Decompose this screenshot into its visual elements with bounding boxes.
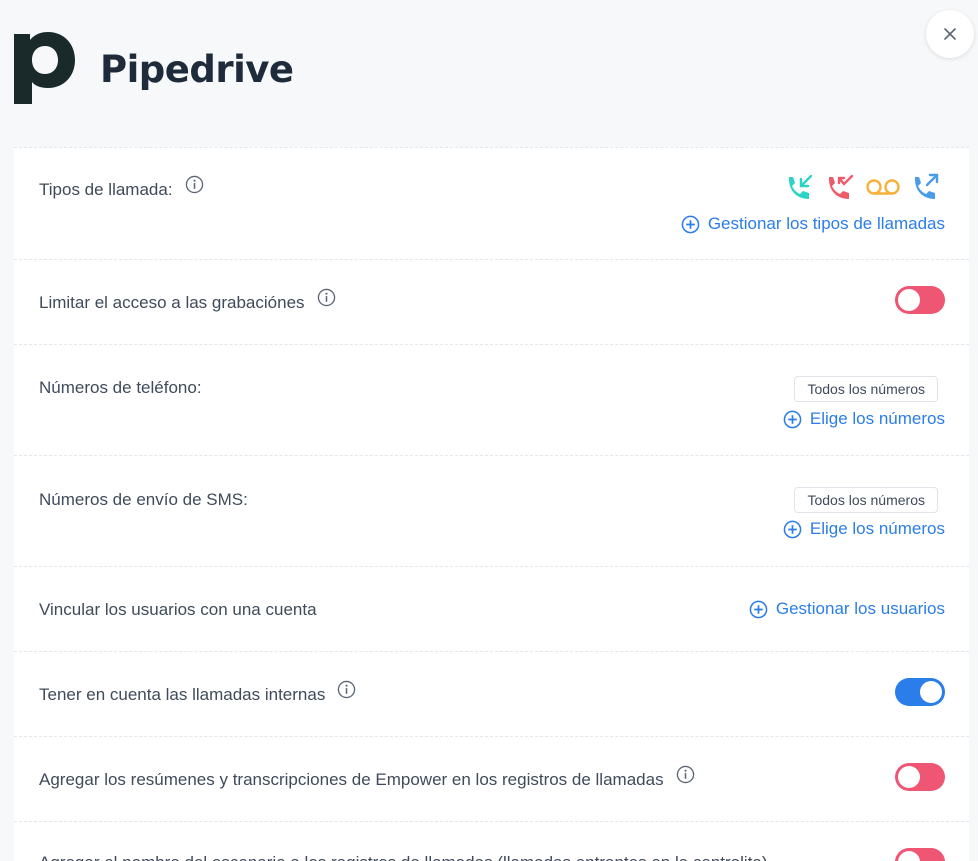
choose-sms-numbers-label: Elige los números <box>809 519 945 538</box>
settings-panel: Tipos de llamada: Gestionar los tipos de… <box>14 147 969 861</box>
choose-phone-numbers-link[interactable]: Elige los números <box>783 409 945 429</box>
phone-numbers-label-wrap: Números de teléfono: <box>39 378 202 398</box>
internal-calls-toggle[interactable] <box>895 678 945 706</box>
scenario-name-label: Agregar el nombre del escenario a los re… <box>39 853 768 861</box>
empower-summaries-label-wrap: Agregar los resúmenes y transcripciones … <box>39 765 695 790</box>
phone-numbers-label: Números de teléfono: <box>39 378 202 397</box>
sms-numbers-chip: Todos los números <box>794 487 938 513</box>
link-users-row: Vincular los usuarios con una cuenta Ges… <box>14 566 969 651</box>
manage-call-types-label: Gestionar los tipos de llamadas <box>707 214 945 233</box>
info-icon[interactable] <box>676 765 695 784</box>
info-icon[interactable] <box>317 288 336 307</box>
manage-users-link[interactable]: Gestionar los usuarios <box>749 599 945 619</box>
brand-header: Pipedrive <box>14 32 294 106</box>
link-users-label-wrap: Vincular los usuarios con una cuenta <box>39 600 317 620</box>
missed-call-icon[interactable] <box>825 173 855 201</box>
scenario-name-toggle[interactable] <box>895 848 945 861</box>
outgoing-call-icon[interactable] <box>911 173 941 201</box>
empower-summaries-label: Agregar los resúmenes y transcripciones … <box>39 770 664 789</box>
incoming-call-icon[interactable] <box>785 173 815 201</box>
empower-summaries-row: Agregar los resúmenes y transcripciones … <box>14 736 969 821</box>
choose-sms-numbers-link[interactable]: Elige los números <box>783 519 945 539</box>
call-type-icons <box>785 173 941 201</box>
limit-recordings-toggle[interactable] <box>895 286 945 314</box>
brand-name: Pipedrive <box>100 47 294 91</box>
limit-recordings-row: Limitar el acceso a las grabaciónes <box>14 259 969 344</box>
settings-page: Pipedrive Tipos de llamada: Gestionar lo… <box>0 0 978 861</box>
manage-users-label: Gestionar los usuarios <box>775 599 945 618</box>
plus-circle-icon <box>783 520 802 538</box>
internal-calls-label-wrap: Tener en cuenta las llamadas internas <box>39 680 356 705</box>
internal-calls-row: Tener en cuenta las llamadas internas <box>14 651 969 736</box>
sms-numbers-label: Números de envío de SMS: <box>39 490 248 509</box>
choose-phone-numbers-label: Elige los números <box>809 409 945 428</box>
manage-call-types-link[interactable]: Gestionar los tipos de llamadas <box>681 214 945 234</box>
call-types-row: Tipos de llamada: Gestionar los tipos de… <box>14 147 969 259</box>
phone-numbers-row: Números de teléfono: Todos los números E… <box>14 344 969 455</box>
call-types-label: Tipos de llamada: <box>39 180 173 199</box>
voicemail-icon[interactable] <box>865 173 901 201</box>
pipedrive-logo-icon <box>14 32 75 104</box>
plus-circle-icon <box>749 600 768 618</box>
close-icon <box>944 28 956 40</box>
scenario-name-row: Agregar el nombre del escenario a los re… <box>14 821 969 861</box>
info-icon[interactable] <box>337 680 356 699</box>
limit-recordings-label: Limitar el acceso a las grabaciónes <box>39 293 305 312</box>
info-icon[interactable] <box>185 175 204 194</box>
empower-summaries-toggle[interactable] <box>895 763 945 791</box>
link-users-label: Vincular los usuarios con una cuenta <box>39 600 317 619</box>
internal-calls-label: Tener en cuenta las llamadas internas <box>39 685 326 704</box>
scenario-name-label-wrap: Agregar el nombre del escenario a los re… <box>39 853 768 861</box>
sms-numbers-row: Números de envío de SMS: Todos los númer… <box>14 455 969 566</box>
plus-circle-icon <box>681 215 700 233</box>
call-types-label-wrap: Tipos de llamada: <box>39 175 204 200</box>
close-button[interactable] <box>926 10 974 58</box>
plus-circle-icon <box>783 410 802 428</box>
sms-numbers-label-wrap: Números de envío de SMS: <box>39 490 248 510</box>
phone-numbers-chip: Todos los números <box>794 376 938 402</box>
limit-recordings-label-wrap: Limitar el acceso a las grabaciónes <box>39 288 336 313</box>
